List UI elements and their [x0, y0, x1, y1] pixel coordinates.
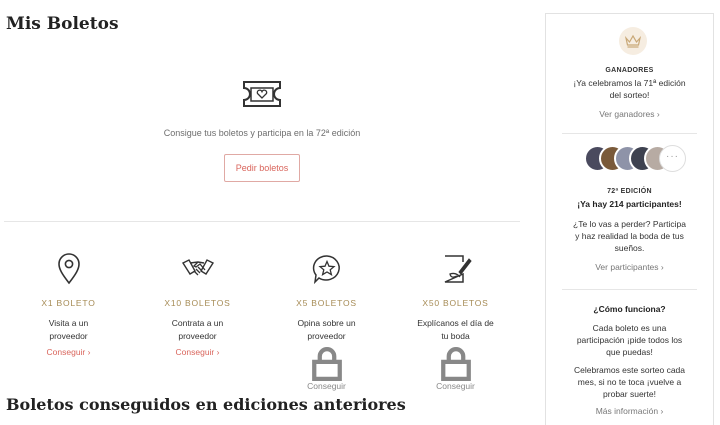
link-label: Ver participantes: [595, 262, 659, 272]
how-text: que puedas!: [606, 347, 653, 357]
get-link-hire[interactable]: Conseguir ›: [133, 347, 262, 357]
document-pen-icon: [444, 255, 472, 283]
more-avatars-icon: ···: [659, 145, 686, 172]
winners-text: del sorteo!: [609, 90, 650, 100]
hero-section: Consigue tus boletos y participa en la 7…: [4, 74, 520, 182]
participants-block: 72ª EDICIÓN ¡Ya hay 214 participantes! ¿…: [546, 186, 713, 273]
chevron-right-icon: ›: [216, 347, 220, 357]
how-text: Celebramos este sorteo cada: [573, 365, 686, 375]
way-description: Visita a un proveedor: [4, 317, 133, 343]
chevron-right-icon: ›: [87, 347, 91, 357]
way-desc-line: tu boda: [441, 331, 470, 341]
how-it-works-heading: ¿Cómo funciona?: [593, 304, 666, 314]
way-desc-line: Visita a un: [48, 318, 89, 328]
link-label: Conseguir: [307, 381, 346, 391]
way-title: X1 BOLETO: [41, 298, 96, 308]
participants-count: ¡Ya hay 214 participantes!: [577, 199, 682, 209]
more-info-link[interactable]: Más información ›: [546, 405, 713, 417]
crown-icon: [625, 34, 641, 48]
way-title: X50 BOLETOS: [422, 298, 489, 308]
way-desc-line: Contrata a un: [171, 318, 224, 328]
how-text: probar suerte!: [603, 389, 656, 399]
lock-icon: [311, 347, 342, 381]
way-description: Contrata a un proveedor: [133, 317, 262, 343]
link-label: Conseguir: [436, 381, 475, 391]
way-desc-line: Explícanos el día de: [417, 318, 494, 328]
way-desc-line: proveedor: [307, 331, 346, 341]
ways-to-earn: X1 BOLETO Visita a un proveedor Consegui…: [4, 252, 520, 391]
participants-text: sueños.: [614, 243, 645, 253]
view-participants-link[interactable]: Ver participantes ›: [546, 261, 713, 273]
chevron-right-icon: ›: [660, 406, 664, 416]
way-visit: X1 BOLETO Visita a un proveedor Consegui…: [4, 252, 133, 391]
way-description: Opina sobre un proveedor: [262, 317, 391, 343]
divider: [4, 221, 520, 222]
how-text: participación ¡pide todos los: [576, 335, 683, 345]
divider: [562, 133, 697, 134]
lock-icon: [440, 347, 471, 381]
link-label: Más información: [595, 406, 659, 416]
ticket-icon: [243, 81, 281, 107]
way-description: Explícanos el día de tu boda: [391, 317, 520, 343]
how-text: Cada boleto es una: [592, 323, 667, 333]
way-hire: X10 BOLETOS Contrata a un proveedor Cons…: [133, 252, 262, 391]
chevron-right-icon: ›: [660, 262, 664, 272]
page-title: Mis Boletos: [6, 14, 119, 34]
way-title: X5 BOLETOS: [296, 298, 357, 308]
link-label: Conseguir: [46, 347, 86, 357]
participant-avatars[interactable]: ···: [584, 145, 704, 173]
get-link-story: Conseguir: [391, 347, 520, 391]
winners-block: GANADORES ¡Ya celebramos la 71ª edición …: [546, 65, 713, 120]
sidebar: GANADORES ¡Ya celebramos la 71ª edición …: [545, 13, 714, 425]
handshake-icon: [181, 259, 214, 276]
way-story: X50 BOLETOS Explícanos el día de tu boda…: [391, 252, 520, 391]
way-review: X5 BOLETOS Opina sobre un proveedor Cons…: [262, 252, 391, 391]
get-link-review: Conseguir: [262, 347, 391, 391]
participants-text: y haz realidad la boda de tus: [575, 231, 684, 241]
winners-text: ¡Ya celebramos la 71ª edición: [573, 78, 686, 88]
how-text: mes, si no te toca ¡vuelve a: [577, 377, 682, 387]
divider: [562, 289, 697, 290]
participants-text: ¿Te lo vas a perder? Participa: [573, 219, 686, 229]
star-chat-icon: [312, 255, 340, 285]
edition-label: 72ª EDICIÓN: [607, 188, 652, 195]
way-desc-line: Opina sobre un: [297, 318, 356, 328]
link-label: Conseguir: [175, 347, 215, 357]
way-desc-line: proveedor: [49, 331, 88, 341]
hero-text: Consigue tus boletos y participa en la 7…: [163, 128, 361, 138]
chevron-right-icon: ›: [656, 109, 660, 119]
way-title: X10 BOLETOS: [164, 298, 231, 308]
map-pin-icon: [57, 253, 80, 285]
link-label: Ver ganadores: [599, 109, 655, 119]
way-desc-line: proveedor: [178, 331, 217, 341]
previous-editions-title: Boletos conseguidos en ediciones anterio…: [6, 395, 406, 414]
crown-badge: [619, 27, 647, 55]
request-tickets-button[interactable]: Pedir boletos: [224, 154, 300, 182]
get-link-visit[interactable]: Conseguir ›: [4, 347, 133, 357]
winners-heading: GANADORES: [605, 67, 654, 74]
view-winners-link[interactable]: Ver ganadores ›: [546, 108, 713, 120]
how-it-works-block: ¿Cómo funciona? Cada boleto es una parti…: [546, 303, 713, 417]
